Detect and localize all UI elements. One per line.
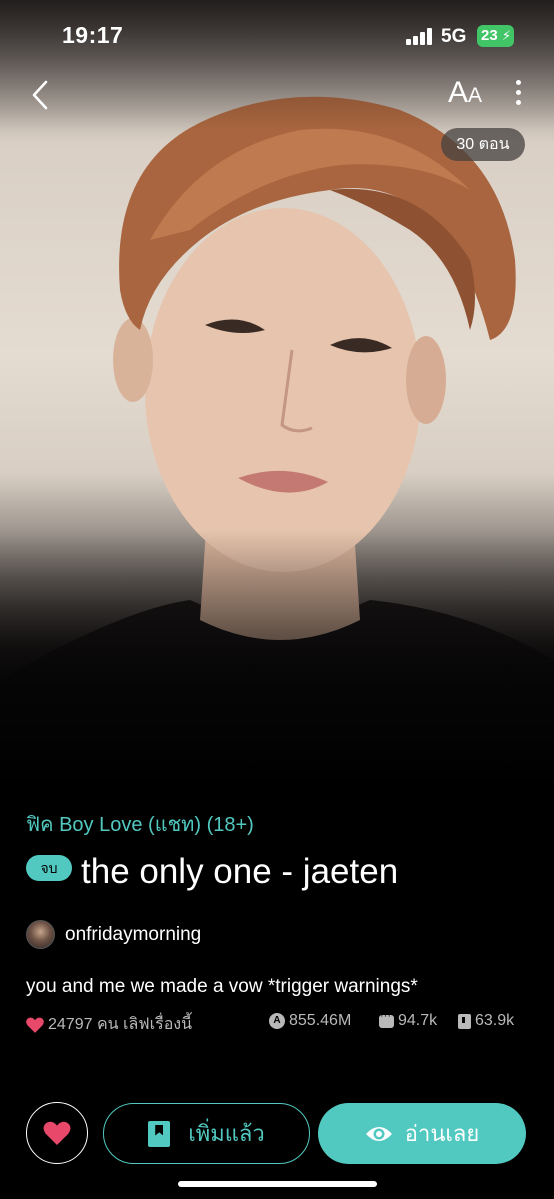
status-bar: 19:17 5G 23 ⚡: [0, 0, 554, 70]
cover-image: [0, 0, 554, 790]
comment-icon: [379, 1010, 394, 1028]
read-count: A 855.46M: [269, 1012, 351, 1030]
read-count-icon: A: [269, 1013, 285, 1029]
status-time: 19:17: [62, 22, 124, 48]
author-name[interactable]: onfridaymorning: [65, 924, 201, 946]
read-button-label: อ่านเลย: [404, 1121, 480, 1146]
story-genre[interactable]: ฟิค Boy Love (แชท) (18+): [26, 808, 254, 840]
like-count-text: 24797 คน เลิฟเรื่องนี้: [48, 1016, 193, 1033]
signal-icon: [406, 28, 434, 45]
story-stats: 24797 คน เลิฟเรื่องนี้ A 855.46M 94.7k 6…: [26, 1010, 530, 1037]
completed-badge: จบ: [26, 855, 72, 881]
battery-level: 23: [481, 27, 498, 44]
more-options-button[interactable]: [508, 80, 528, 110]
more-vertical-icon: [508, 80, 528, 105]
read-count-text: 855.46M: [289, 1012, 352, 1029]
bookmark-icon: [458, 1013, 471, 1029]
network-type: 5G: [441, 26, 467, 47]
bookmark-icon: [148, 1120, 171, 1147]
battery-icon: 23 ⚡: [477, 25, 514, 47]
heart-icon: [43, 1121, 71, 1145]
eye-icon: [365, 1126, 392, 1141]
author-avatar[interactable]: [26, 920, 55, 949]
title-row: จบ the only one - jaeten: [26, 852, 398, 896]
like-button[interactable]: [26, 1102, 88, 1164]
like-count: 24797 คน เลิฟเรื่องนี้: [26, 1012, 192, 1037]
heart-icon: [26, 1017, 44, 1033]
library-button-label: เพิ่มแล้ว: [188, 1121, 265, 1146]
story-tagline: you and me we made a vow *trigger warnin…: [26, 976, 418, 997]
story-title: the only one - jaeten: [81, 852, 399, 891]
add-to-library-button[interactable]: เพิ่มแล้ว: [103, 1103, 310, 1164]
episode-count-badge: 30 ตอน: [441, 128, 525, 161]
comment-count: 94.7k: [379, 1010, 438, 1030]
back-button[interactable]: [24, 76, 58, 114]
comment-count-text: 94.7k: [398, 1012, 438, 1029]
back-chevron-icon: [32, 80, 48, 110]
home-indicator[interactable]: [178, 1181, 377, 1187]
save-count: 63.9k: [458, 1012, 514, 1030]
save-count-text: 63.9k: [475, 1012, 515, 1029]
font-size-button[interactable]: AA: [448, 76, 482, 112]
read-now-button[interactable]: อ่านเลย: [318, 1103, 526, 1164]
font-size-icon: AA: [448, 76, 483, 109]
author-row[interactable]: onfridaymorning: [26, 920, 201, 950]
